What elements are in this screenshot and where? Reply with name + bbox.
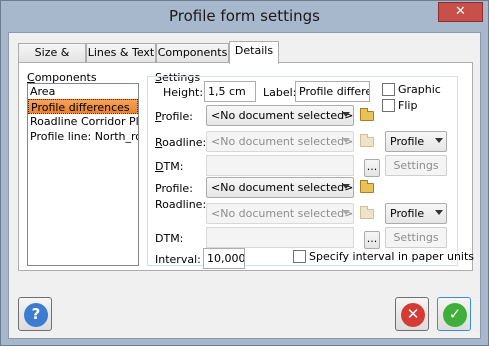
dtm-browse-button-2[interactable]: ...: [364, 231, 380, 249]
dtm-browse-button-1[interactable]: ...: [364, 159, 380, 177]
help-button[interactable]: ?: [18, 297, 52, 331]
graphic-label: Graphic: [398, 83, 441, 96]
graphic-checkbox[interactable]: [382, 83, 395, 96]
dialog-window: Profile form settings ✕ Size & Scale Lin…: [0, 0, 489, 346]
dtm-label-2: DTM:: [155, 232, 184, 245]
chevron-down-icon: [435, 138, 443, 143]
chevron-down-icon: [342, 138, 350, 143]
dtm-input-2[interactable]: [206, 227, 354, 248]
interval-input[interactable]: 10,000: [203, 248, 245, 269]
tab-lines-text[interactable]: Lines & Text: [86, 43, 156, 63]
window-title: Profile form settings: [169, 7, 320, 25]
profile-select-1[interactable]: <No document selected>: [206, 105, 354, 126]
folder-open-icon: [360, 180, 374, 193]
label-label: Label:: [263, 86, 297, 99]
folder-open-icon: [360, 206, 374, 219]
chevron-down-icon: [435, 210, 443, 215]
browse-roadline-button-2[interactable]: [357, 203, 377, 224]
tab-components[interactable]: Components: [156, 43, 229, 63]
browse-profile-button-1[interactable]: [357, 105, 377, 126]
browse-roadline-button-1[interactable]: [357, 131, 377, 152]
settings-button-1[interactable]: Settings: [385, 155, 447, 176]
roadline-label-1: Roadline:: [155, 136, 207, 149]
height-input[interactable]: 1,5 cm: [204, 81, 256, 102]
roadline-type-select-1[interactable]: Profile: [385, 131, 447, 152]
profile-label-2: Profile:: [155, 182, 193, 195]
flip-checkbox[interactable]: [382, 99, 395, 112]
interval-label: Interval:: [155, 253, 201, 266]
chevron-down-icon: [342, 184, 350, 189]
paper-units-label: Specify interval in paper units: [309, 250, 475, 263]
list-item[interactable]: Area: [28, 84, 138, 99]
browse-profile-button-2[interactable]: [357, 177, 377, 198]
roadline-select-2[interactable]: <No document selected>: [206, 203, 354, 224]
roadline-type-select-2[interactable]: Profile: [385, 203, 447, 224]
chevron-down-icon: [342, 210, 350, 215]
cancel-icon: ✕: [401, 303, 425, 327]
components-list[interactable]: Area Profile differences Roadline Corrid…: [27, 83, 139, 266]
flip-label: Flip: [398, 99, 418, 112]
folder-open-icon: [360, 134, 374, 147]
height-label: Height:: [163, 86, 204, 99]
dtm-input-1[interactable]: [206, 155, 354, 176]
roadline-label-2: Roadline:: [155, 198, 207, 211]
help-icon: ?: [24, 303, 48, 327]
tab-details[interactable]: Details: [229, 41, 279, 64]
list-item[interactable]: Profile line: North_ro: [28, 129, 138, 144]
list-item-selected[interactable]: Profile differences: [28, 99, 138, 114]
close-button[interactable]: ✕: [438, 2, 483, 22]
paper-units-checkbox[interactable]: [293, 250, 306, 263]
details-panel: Components Settings Area Profile differe…: [18, 62, 475, 271]
chevron-down-icon: [342, 112, 350, 117]
label-input[interactable]: Profile differen: [295, 81, 370, 102]
profile-select-2[interactable]: <No document selected>: [206, 177, 354, 198]
profile-label-1: Profile:: [155, 110, 193, 123]
cancel-button[interactable]: ✕: [395, 297, 429, 331]
list-item[interactable]: Roadline Corridor Pla: [28, 114, 138, 129]
tab-size-scale[interactable]: Size & Scale: [18, 43, 86, 77]
ok-check-icon: ✓: [443, 303, 467, 327]
dtm-label-1: DTM:: [155, 160, 184, 173]
ok-button[interactable]: ✓: [437, 297, 471, 331]
dialog-client: Size & Scale Lines & Text Components Det…: [8, 32, 481, 339]
settings-button-2[interactable]: Settings: [385, 227, 447, 248]
folder-open-icon: [360, 108, 374, 121]
roadline-select-1[interactable]: <No document selected>: [206, 131, 354, 152]
close-icon: ✕: [455, 4, 466, 19]
